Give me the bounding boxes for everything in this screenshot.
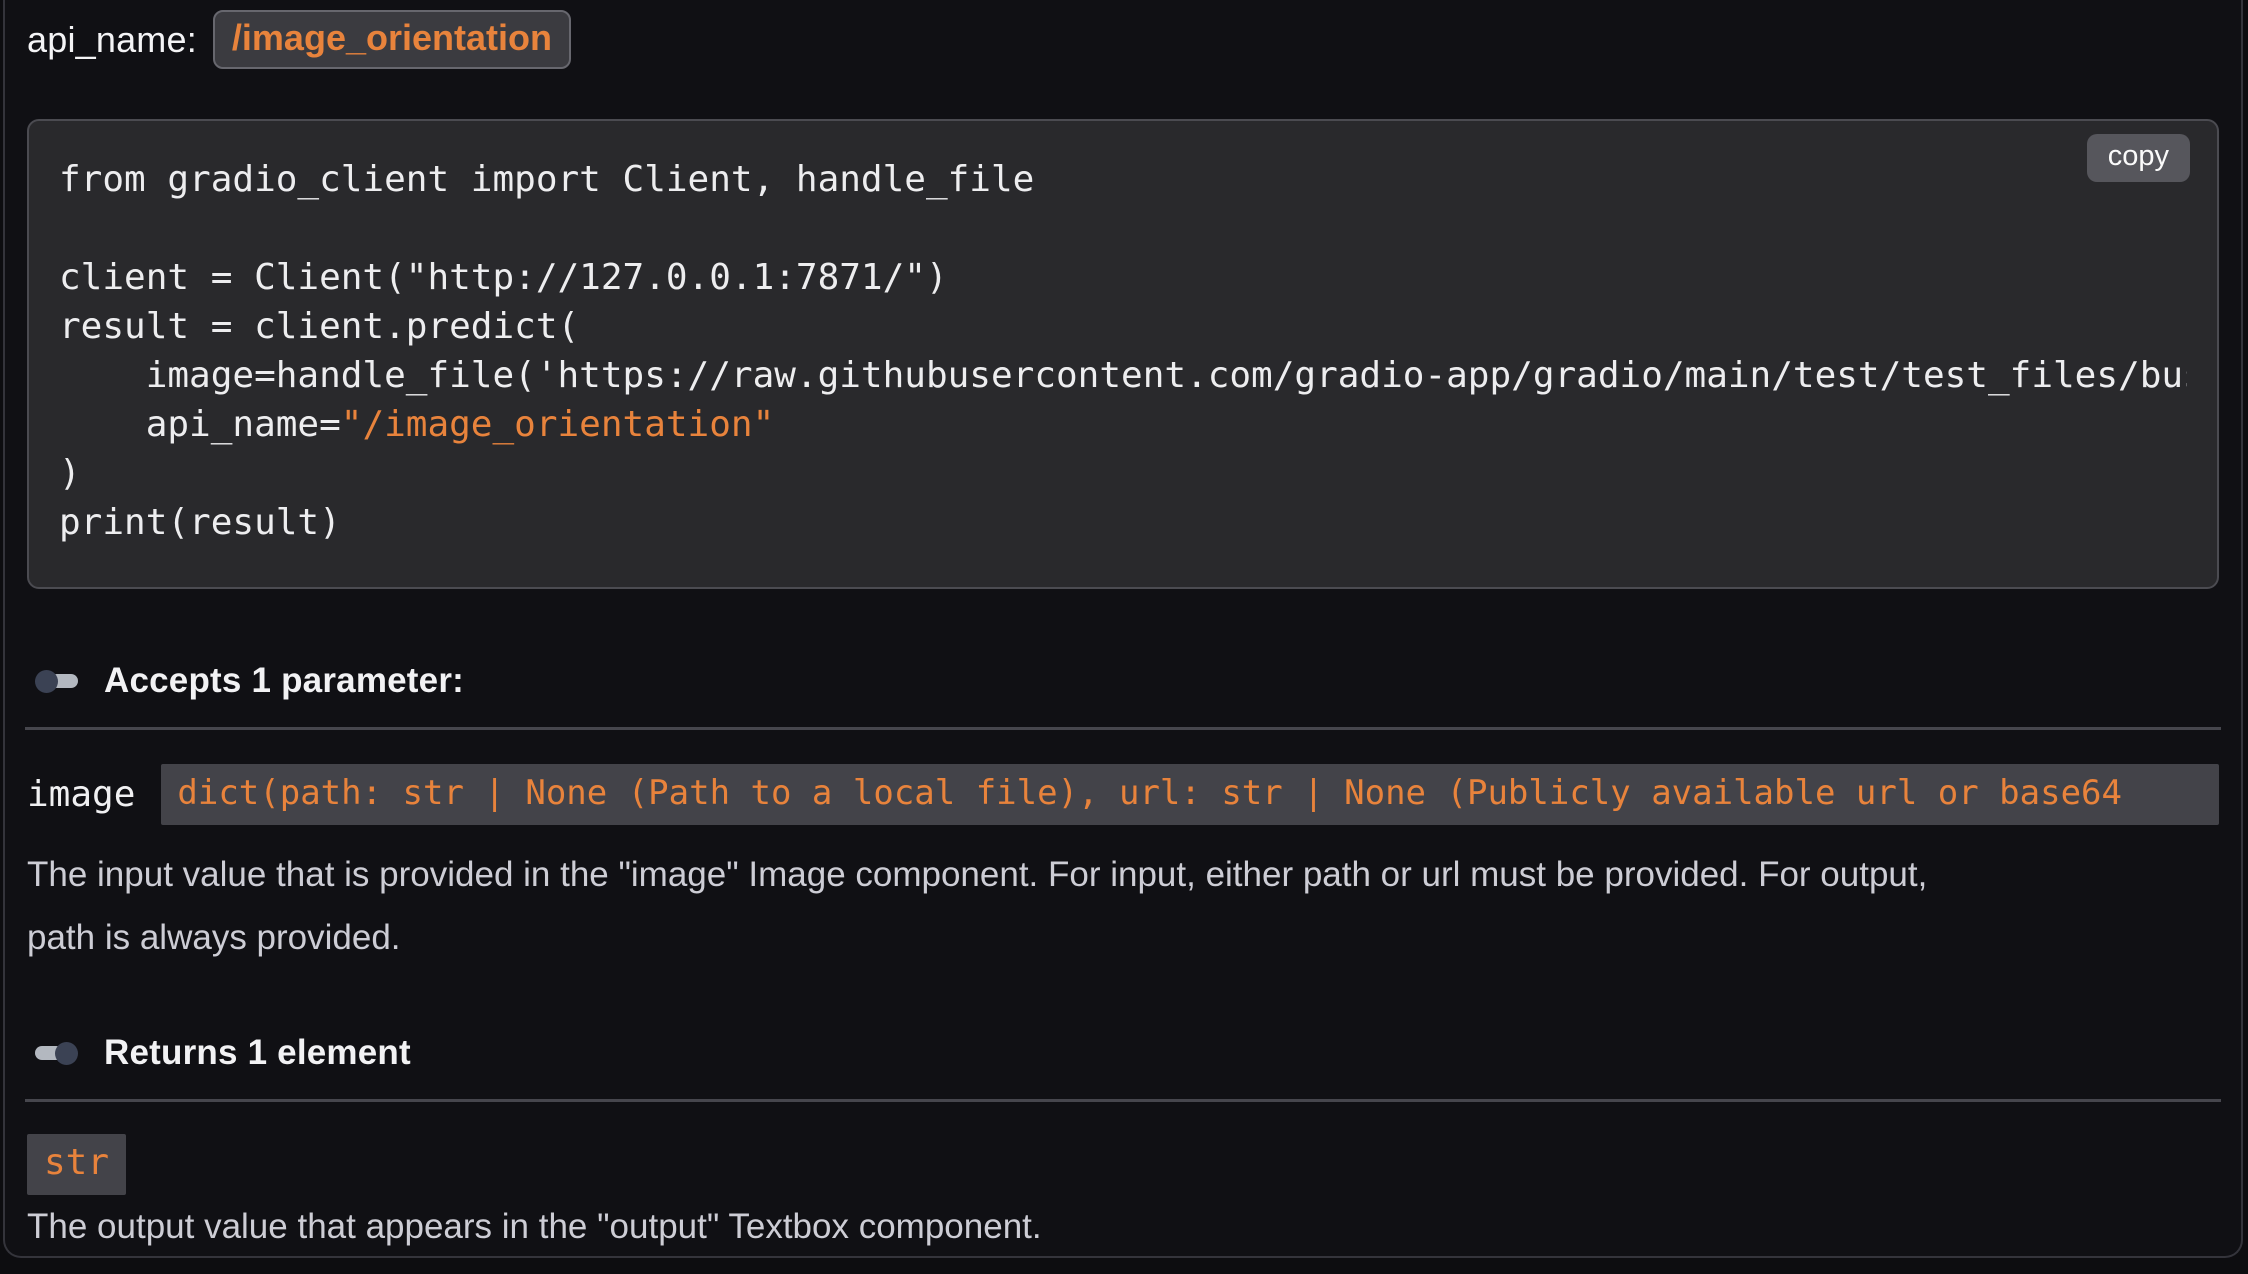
code-snippet-block: copy from gradio_client import Client, h… [27, 119, 2219, 589]
parameter-row: image dict(path: str | None (Path to a l… [27, 764, 2219, 825]
returns-heading-text: Returns 1 element [104, 1033, 411, 1073]
code-line: ) [59, 449, 2187, 498]
code-line: client = Client("http://127.0.0.1:7871/"… [59, 253, 2187, 302]
code-snippet: from gradio_client import Client, handle… [59, 155, 2187, 547]
return-type-badge: str [27, 1134, 126, 1195]
section-divider [25, 727, 2221, 730]
api-docs-page: api_name: /image_orientation copy from g… [0, 0, 2248, 1274]
code-line: from gradio_client import Client, handle… [59, 155, 2187, 204]
parameter-pill-icon [35, 670, 78, 693]
api-name-badge: /image_orientation [213, 10, 571, 69]
parameter-type-badge: dict(path: str | None (Path to a local f… [161, 764, 2219, 825]
pill-knob [55, 1042, 78, 1065]
parameter-description: The input value that is provided in the … [27, 843, 2219, 969]
api-endpoint-card: api_name: /image_orientation copy from g… [3, 0, 2243, 1258]
api-name-label: api_name: [27, 19, 197, 61]
code-line: result = client.predict( [59, 302, 2187, 351]
accepts-heading-text: Accepts 1 parameter: [104, 661, 464, 701]
copy-button[interactable]: copy [2087, 134, 2190, 182]
return-pill-icon [35, 1042, 78, 1065]
section-divider [25, 1099, 2221, 1102]
return-description: The output value that appears in the "ou… [27, 1207, 2219, 1247]
returns-section-heading: Returns 1 element [27, 1033, 2219, 1073]
code-line [59, 204, 2187, 253]
api-name-header: api_name: /image_orientation [27, 8, 2219, 69]
code-line: api_name="/image_orientation" [59, 400, 2187, 449]
code-line: print(result) [59, 498, 2187, 547]
code-line: image=handle_file('https://raw.githubuse… [59, 351, 2187, 400]
parameter-name: image [27, 774, 135, 815]
accepts-section-heading: Accepts 1 parameter: [27, 661, 2219, 701]
pill-knob [35, 670, 58, 693]
